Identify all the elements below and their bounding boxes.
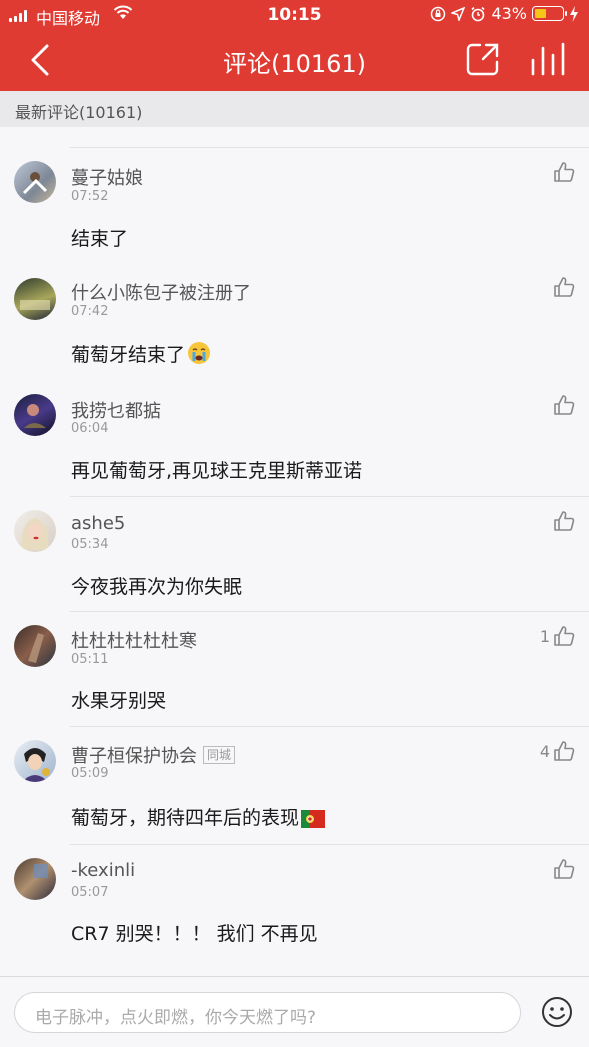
comment-username[interactable]: 什么小陈包子被注册了: [71, 279, 251, 305]
divider: [70, 726, 589, 727]
comment-text: 葡萄牙，期待四年后的表现: [71, 803, 326, 830]
thumbs-up-icon: [554, 277, 575, 297]
comment-username[interactable]: 杜杜杜杜杜杜寒: [71, 627, 197, 653]
comment-time: 05:34: [71, 537, 109, 552]
comment-input[interactable]: 电子脉冲，点火即燃，你今天燃了吗?: [14, 992, 521, 1033]
thumbs-up-icon: [554, 511, 575, 531]
latest-comments-header: 最新评论(10161): [0, 91, 589, 127]
comment-item: -kexinli 05:07 CR7 别哭！！！ 我们 不再见: [0, 844, 589, 976]
comment-time: 07:52: [71, 189, 109, 204]
comment-text-content: 葡萄牙，期待四年后的表现: [71, 807, 300, 829]
comment-text: 结束了: [71, 228, 129, 250]
divider: [70, 147, 589, 148]
comment-item: 杜杜杜杜杜杜寒 05:11 水果牙别哭 1: [0, 611, 589, 726]
smiley-icon[interactable]: [541, 996, 573, 1028]
like-button[interactable]: [550, 394, 575, 416]
like-button[interactable]: [550, 276, 575, 298]
status-bar: 中国移动 10:15 43%: [0, 0, 589, 30]
avatar[interactable]: [14, 858, 56, 900]
comment-username[interactable]: 蔓子姑娘: [71, 164, 143, 190]
status-right-group: 43%: [430, 4, 579, 23]
comment-text: 水果牙别哭: [71, 690, 167, 712]
comment-item: 蔓子姑娘 07:52 结束了: [0, 147, 589, 262]
thumbs-up-icon: [554, 162, 575, 182]
alarm-icon: [471, 6, 486, 21]
battery-icon: [532, 6, 567, 21]
comment-item: 曹子桓保护协会 同城 05:09 葡萄牙，期待四年后的表现 4: [0, 726, 589, 844]
bar-chart-icon[interactable]: [530, 42, 566, 76]
avatar[interactable]: [14, 394, 56, 436]
comment-item: ashe5 05:34 今夜我再次为你失眠: [0, 496, 589, 611]
thumbs-up-icon: [554, 626, 575, 646]
page-title: 评论(10161): [222, 50, 367, 78]
like-button[interactable]: 1: [540, 625, 575, 647]
comment-username[interactable]: 我捞乜都掂: [71, 397, 161, 423]
comment-time: 07:42: [71, 304, 109, 319]
comment-text-content: 葡萄牙结束了: [71, 344, 186, 366]
comment-time: 05:11: [71, 652, 109, 667]
comment-text: 葡萄牙结束了: [71, 340, 211, 367]
comment-list[interactable]: 蔓子姑娘 07:52 结束了 什么小陈包子被注册了 07:42 葡萄牙结束了 我…: [0, 127, 589, 976]
like-button[interactable]: [550, 161, 575, 183]
crying-face-icon: [188, 342, 211, 364]
avatar[interactable]: [14, 278, 56, 320]
portugal-flag-icon: [301, 810, 326, 828]
avatar[interactable]: [14, 740, 56, 782]
avatar[interactable]: [14, 510, 56, 552]
comment-text: CR7 别哭！！！ 我们 不再见: [71, 923, 318, 945]
app-header: 中国移动 10:15 43% 评论(10161): [0, 0, 589, 91]
comment-username-text: 曹子桓保护协会: [71, 746, 197, 767]
divider: [70, 844, 589, 845]
share-icon[interactable]: [466, 42, 500, 76]
like-button[interactable]: 4: [540, 740, 575, 762]
comment-username[interactable]: -kexinli: [71, 860, 135, 881]
comment-time: 06:04: [71, 421, 109, 436]
like-button[interactable]: [550, 858, 575, 880]
nav-bar: 评论(10161): [0, 30, 589, 91]
comment-text: 今夜我再次为你失眠: [71, 576, 243, 598]
same-city-badge: 同城: [203, 746, 236, 764]
comment-username[interactable]: 曹子桓保护协会 同城: [71, 742, 236, 768]
battery-percent: 43%: [491, 4, 527, 23]
comment-item: 我捞乜都掂 06:04 再见葡萄牙,再见球王克里斯蒂亚诺: [0, 380, 589, 496]
comment-time: 05:09: [71, 766, 109, 781]
thumbs-up-icon: [554, 395, 575, 415]
divider: [70, 611, 589, 612]
thumbs-up-icon: [554, 741, 575, 761]
avatar[interactable]: [14, 161, 56, 203]
charging-bolt-icon: [570, 5, 578, 22]
comment-time: 05:07: [71, 885, 109, 900]
location-icon: [451, 6, 466, 21]
like-button[interactable]: [550, 510, 575, 532]
comment-input-bar: 电子脉冲，点火即燃，你今天燃了吗?: [0, 976, 589, 1047]
avatar[interactable]: [14, 625, 56, 667]
divider: [70, 496, 589, 497]
comment-item: 什么小陈包子被注册了 07:42 葡萄牙结束了: [0, 262, 589, 380]
like-count: 1: [539, 626, 550, 646]
like-count: 4: [539, 741, 550, 761]
thumbs-up-icon: [554, 859, 575, 879]
screen-lock-icon: [431, 6, 446, 21]
comment-text: 再见葡萄牙,再见球王克里斯蒂亚诺: [71, 460, 363, 482]
comment-username[interactable]: ashe5: [71, 513, 125, 534]
